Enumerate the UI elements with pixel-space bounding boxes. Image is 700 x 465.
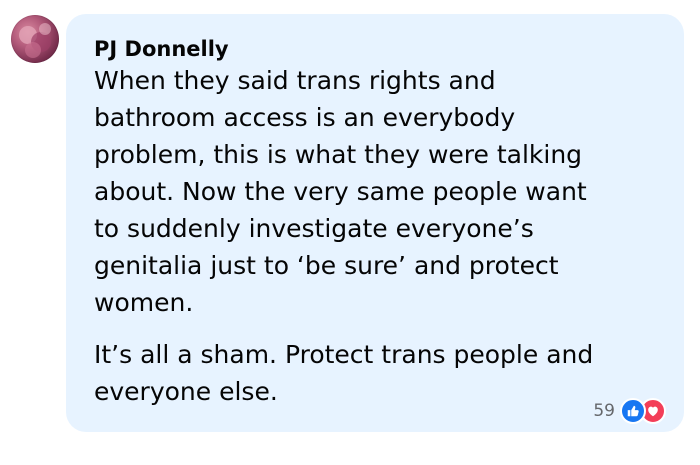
avatar-photo <box>19 23 51 58</box>
comment-paragraph: It’s all a sham. Protect trans people an… <box>94 340 594 406</box>
comment-paragraph: When they said trans rights and bathroom… <box>94 66 587 317</box>
reaction-summary[interactable]: 59 <box>593 398 666 424</box>
avatar[interactable] <box>11 15 59 63</box>
comment-screenshot: PJ Donnelly When they said trans rights … <box>0 0 700 465</box>
reaction-count: 59 <box>593 401 615 421</box>
like-icon <box>620 398 646 424</box>
comment-author[interactable]: PJ Donnelly <box>94 36 660 62</box>
comment-bubble: PJ Donnelly When they said trans rights … <box>66 14 684 432</box>
